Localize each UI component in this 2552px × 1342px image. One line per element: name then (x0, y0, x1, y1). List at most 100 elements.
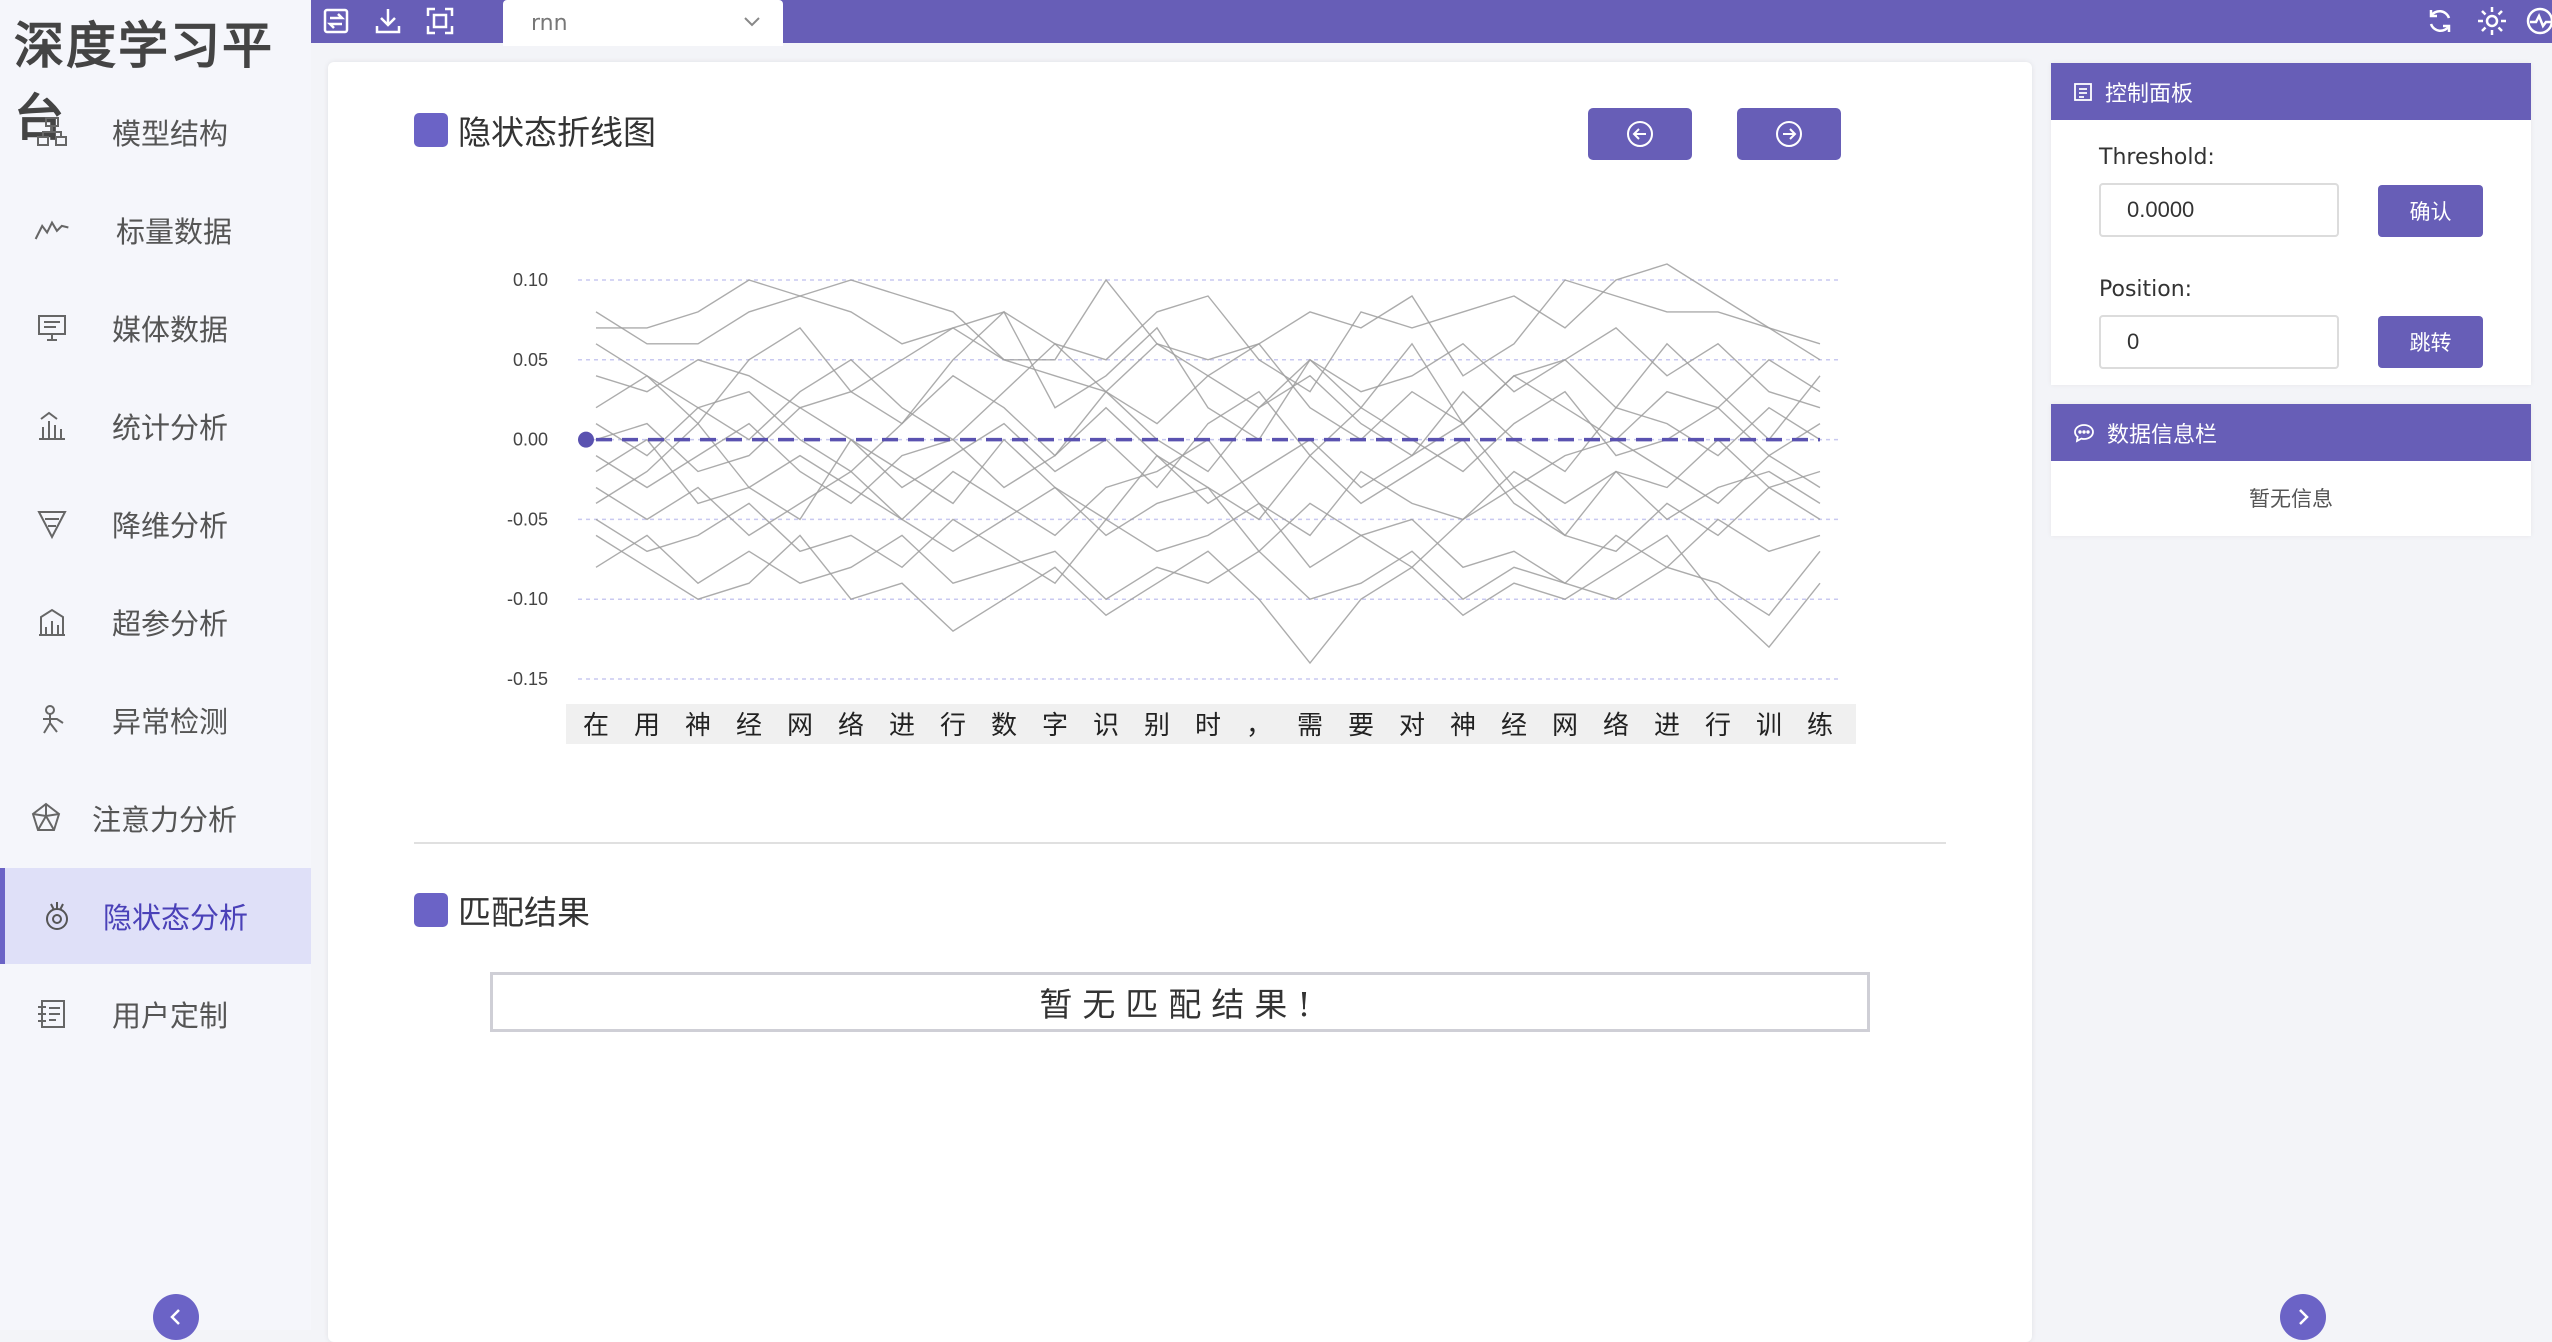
threshold-value: 0.0000 (2127, 197, 2195, 222)
control-panel-header: 控制面板 (2051, 63, 2531, 120)
control-panel-title: 控制面板 (2105, 81, 2194, 107)
x-tick-label: 进 (889, 711, 915, 741)
match-result-box: 暂无匹配结果! (490, 972, 1870, 1032)
series-line (595, 342, 1821, 441)
fullscreen-icon[interactable] (423, 4, 457, 38)
y-tick-label: -0.15 (507, 669, 548, 689)
sidebar-item-hyperparam[interactable]: 超参分析 (0, 574, 311, 670)
position-value: 0 (2127, 329, 2140, 354)
x-tick-label: 网 (1552, 711, 1578, 741)
sidebar-item-label: 注意力分析 (92, 803, 238, 837)
info-empty-text: 暂无信息 (2249, 487, 2333, 511)
sidebar-item-label: 标量数据 (116, 215, 233, 249)
y-tick-label: 0.00 (513, 430, 548, 450)
settings-gear-icon[interactable] (2475, 4, 2509, 38)
y-tick-label: 0.05 (513, 350, 548, 370)
sidebar-item-label: 降维分析 (112, 509, 229, 543)
model-structure-icon (34, 114, 70, 150)
x-tick-label: 进 (1654, 711, 1680, 741)
top-bar: rnn (311, 0, 2552, 46)
control-panel: 控制面板 Threshold: 0.0000 确认 Position: 0 跳转 (2051, 63, 2531, 385)
histogram-icon (34, 408, 70, 444)
sidebar-item-label: 媒体数据 (112, 313, 229, 347)
collapse-sidebar-button[interactable] (153, 1294, 199, 1340)
sidebar-item-dim-reduction[interactable]: 降维分析 (0, 476, 311, 572)
x-tick-label: 用 (634, 711, 660, 741)
series-line (596, 263, 1821, 393)
panel-icon (2073, 82, 2093, 102)
sidebar-item-label: 隐状态分析 (103, 901, 249, 935)
confirm-button[interactable]: 确认 (2378, 185, 2483, 237)
match-section-header: 匹配结果 (414, 886, 590, 934)
info-panel-title: 数据信息栏 (2107, 422, 2218, 448)
hidden-state-icon (39, 898, 75, 934)
sidebar-item-anomaly[interactable]: 异常检测 (0, 672, 311, 768)
chat-bubble-icon (2073, 423, 2095, 443)
x-tick-label: 行 (1705, 711, 1731, 741)
sidebar-item-label: 模型结构 (112, 117, 229, 151)
x-tick-label: 训 (1756, 711, 1782, 741)
sidebar-item-attention[interactable]: 注意力分析 (0, 770, 311, 866)
y-tick-label: -0.05 (507, 509, 548, 529)
main-panel: 隐状态折线图 0.10 0.05 0.00 -0.05 -0.10 -0.15 在用神经网络… (328, 62, 2032, 1342)
position-input[interactable]: 0 (2099, 315, 2339, 369)
series-line (595, 278, 1821, 377)
x-tick-label: 时 (1195, 711, 1221, 741)
section-marker (414, 893, 448, 927)
switch-icon[interactable] (319, 4, 353, 38)
jump-button[interactable]: 跳转 (2378, 316, 2483, 368)
x-tick-label: 神 (1450, 711, 1476, 741)
y-tick-label: 0.10 (513, 270, 548, 290)
x-tick-label: 需 (1297, 711, 1323, 741)
sidebar-item-hidden-state[interactable]: 隐状态分析 (0, 868, 311, 964)
sidebar: 深度学习平台 模型结构 标量数据 媒体数据 统计分析 降维分析 超参分析 异常检… (0, 0, 311, 1340)
x-tick-label: 数 (991, 711, 1017, 741)
x-tick-label: 络 (1603, 711, 1629, 741)
y-tick-label: -0.10 (507, 589, 548, 609)
model-select[interactable]: rnn (503, 0, 783, 46)
series-line (595, 406, 1821, 505)
chevron-down-icon (741, 10, 763, 38)
sidebar-item-statistics[interactable]: 统计分析 (0, 378, 311, 474)
x-tick-label: 练 (1807, 711, 1833, 741)
custom-icon (34, 996, 70, 1032)
x-tick-label: 络 (838, 711, 864, 741)
x-tick-label: 经 (1501, 711, 1527, 741)
sidebar-item-user-custom[interactable]: 用户定制 (0, 966, 311, 1062)
monitor-pulse-icon[interactable] (2523, 4, 2552, 38)
monitor-icon (34, 310, 70, 346)
x-tick-label: 要 (1348, 711, 1374, 741)
sidebar-item-label: 超参分析 (112, 607, 229, 641)
person-detect-icon (34, 702, 70, 738)
sidebar-item-label: 异常检测 (112, 705, 229, 739)
scalar-line-icon (34, 212, 70, 248)
chevron-right-icon (2299, 1309, 2309, 1325)
x-tick-label: 行 (940, 711, 966, 741)
sidebar-item-scalar-data[interactable]: 标量数据 (0, 182, 311, 278)
download-icon[interactable] (371, 4, 405, 38)
model-select-value: rnn (531, 10, 568, 36)
threshold-handle (578, 431, 594, 448)
collapse-right-panel-button[interactable] (2280, 1294, 2326, 1340)
sidebar-item-label: 统计分析 (112, 411, 229, 445)
x-tick-label: 别 (1144, 711, 1170, 741)
threshold-label: Threshold: (2099, 145, 2215, 170)
sidebar-item-label: 用户定制 (112, 999, 229, 1033)
pentagon-icon (28, 800, 64, 836)
refresh-icon[interactable] (2423, 4, 2457, 38)
threshold-input[interactable]: 0.0000 (2099, 183, 2339, 237)
match-section-title: 匹配结果 (458, 893, 590, 932)
data-info-panel: 数据信息栏 暂无信息 (2051, 404, 2531, 536)
hidden-state-line-chart: 0.100.050.00-0.05-0.10-0.15在用神经网络进行数字识别时… (507, 263, 1856, 744)
sidebar-item-media-data[interactable]: 媒体数据 (0, 280, 311, 376)
position-label: Position: (2099, 277, 2193, 302)
x-tick-label: 经 (736, 711, 762, 741)
section-divider (414, 842, 1946, 844)
x-tick-label: 识 (1093, 711, 1119, 741)
sidebar-item-model-structure[interactable]: 模型结构 (0, 84, 311, 180)
info-panel-header: 数据信息栏 (2051, 404, 2531, 461)
x-tick-label: 对 (1399, 711, 1425, 741)
match-empty-text: 暂无匹配结果! (1039, 985, 1321, 1024)
chevron-left-icon (170, 1309, 180, 1325)
x-tick-label: 在 (583, 711, 609, 741)
